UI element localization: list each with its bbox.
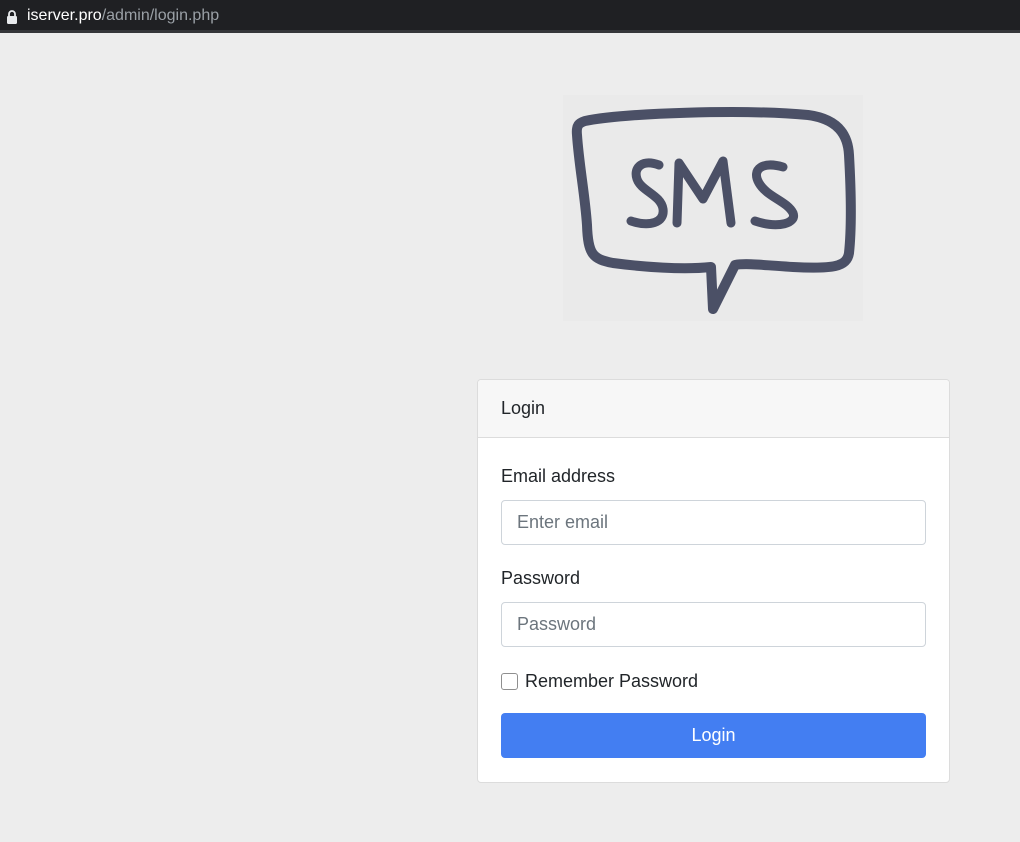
sms-letter-s2 [750,160,798,230]
url-host: iserver.pro [27,7,102,24]
sms-logo [563,95,863,321]
password-label: Password [501,568,581,588]
sms-letter-m [672,156,736,228]
lock-icon [7,10,17,24]
email-field[interactable] [501,500,926,545]
url-path: /admin/login.php [101,7,220,24]
password-field[interactable] [501,602,926,647]
email-label: Email address [501,466,616,486]
login-card: Login Email address Password Remember Pa… [477,379,950,783]
remember-password-row[interactable]: Remember Password [501,670,698,692]
login-button[interactable]: Login [501,713,926,758]
remember-password-label[interactable]: Remember Password [525,671,698,692]
remember-password-checkbox[interactable] [501,672,518,690]
url-text[interactable]: iserver.pro/admin/login.php [27,6,219,26]
card-header-title: Login [478,380,949,438]
sms-letter-s1 [626,158,668,229]
speech-bubble-logo [571,107,856,314]
browser-address-bar[interactable]: iserver.pro/admin/login.php [0,0,1020,33]
